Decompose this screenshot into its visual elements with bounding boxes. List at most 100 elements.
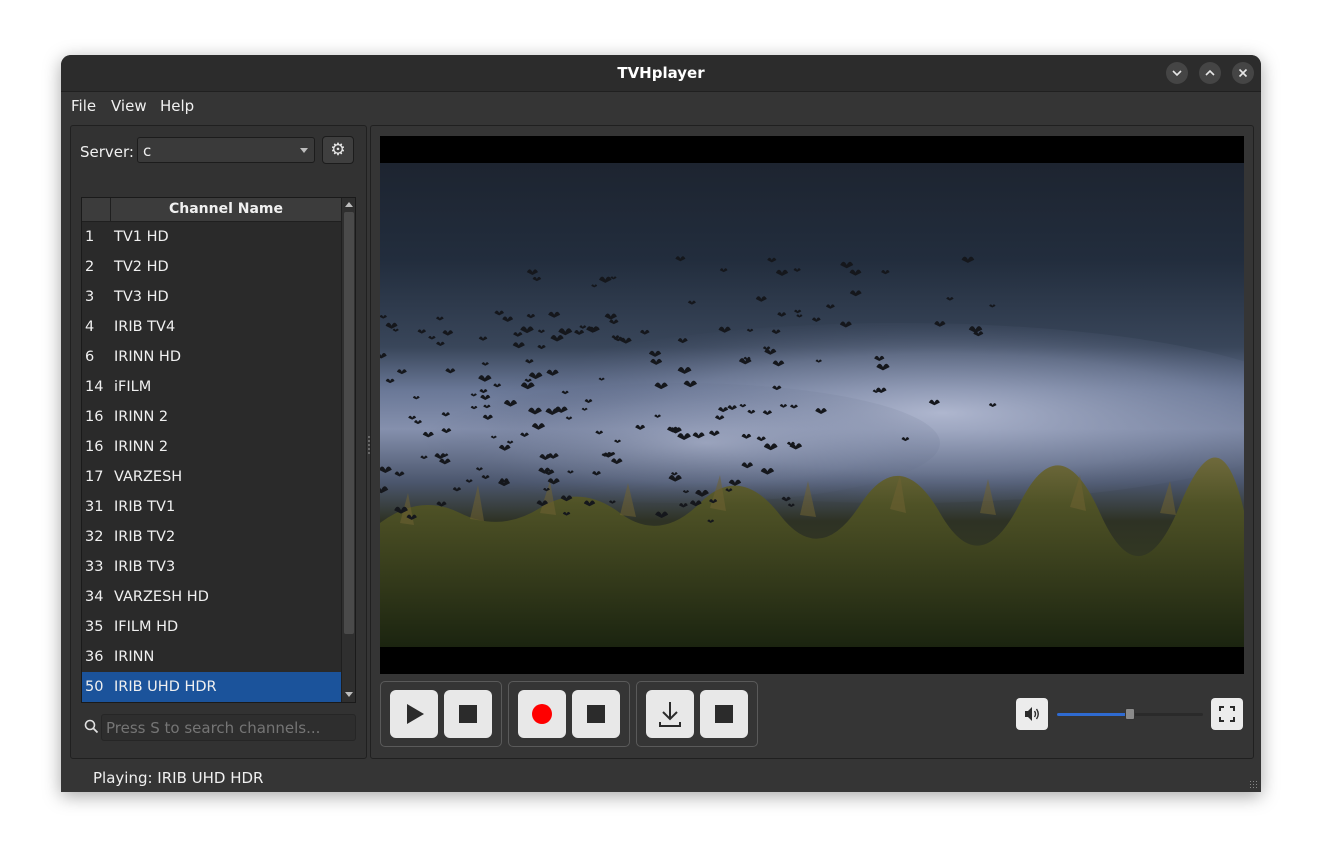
channel-table[interactable]: Channel Name 1 TV1 HD 2 TV2 HD 3 TV3 HD 4 IRIB …: [81, 197, 356, 703]
bird-silhouette: [478, 375, 492, 382]
channel-number: 17: [85, 469, 104, 485]
minimize-button[interactable]: [1166, 62, 1188, 84]
bird-silhouette: [655, 511, 669, 519]
bird-silhouette: [610, 276, 617, 280]
stop-download-button[interactable]: [700, 690, 748, 738]
channel-row[interactable]: 14 iFILM: [82, 372, 341, 402]
bird-silhouette: [558, 328, 573, 336]
play-button[interactable]: [390, 690, 438, 738]
channel-number: 16: [85, 439, 104, 455]
bird-silhouette: [442, 330, 454, 336]
server-selected-value: c: [143, 142, 152, 160]
channel-row[interactable]: 35 IFILM HD: [82, 612, 341, 642]
bird-silhouette: [532, 276, 542, 282]
bird-silhouette: [881, 270, 890, 275]
bird-silhouette: [396, 369, 407, 375]
number-column-header[interactable]: [82, 198, 111, 221]
channel-scrollbar[interactable]: [341, 198, 355, 702]
scrollbar-thumb[interactable]: [344, 212, 354, 634]
channel-number: 33: [85, 559, 104, 575]
bird-silhouette: [380, 466, 392, 473]
channel-row[interactable]: 4 IRIB TV4: [82, 312, 341, 342]
channel-row[interactable]: 32 IRIB TV2: [82, 522, 341, 552]
menu-help[interactable]: Help: [160, 92, 194, 120]
bird-silhouette: [385, 378, 395, 384]
bird-silhouette: [414, 420, 422, 425]
channel-number: 2: [85, 259, 95, 275]
channel-row[interactable]: 17 VARZESH: [82, 462, 341, 492]
channel-row[interactable]: 34 VARZESH HD: [82, 582, 341, 612]
menu-file[interactable]: File: [71, 92, 96, 120]
server-settings-button[interactable]: ⚙: [322, 136, 354, 164]
mute-button[interactable]: [1016, 698, 1048, 730]
channel-number: 35: [85, 619, 104, 635]
channel-search-input[interactable]: [101, 714, 356, 741]
bird-silhouette: [420, 455, 428, 460]
bird-silhouette: [385, 322, 398, 329]
volume-handle[interactable]: [1125, 708, 1135, 720]
channel-number: 32: [85, 529, 104, 545]
channel-row[interactable]: 33 IRIB TV3: [82, 552, 341, 582]
play-icon: [407, 704, 424, 724]
bird-silhouette: [796, 314, 803, 318]
bird-silhouette: [825, 304, 835, 309]
channel-row[interactable]: 16 IRINN 2: [82, 432, 341, 462]
bird-silhouette: [526, 314, 536, 319]
channel-row[interactable]: 2 TV2 HD: [82, 252, 341, 282]
record-button[interactable]: [518, 690, 566, 738]
bird-silhouette: [793, 268, 801, 272]
stop-record-button[interactable]: [572, 690, 620, 738]
channel-panel: Server: c ⚙ Channel Name 1 TV1 HD 2 TV2 HD 3…: [70, 125, 367, 759]
video-display[interactable]: [380, 136, 1244, 674]
download-button[interactable]: [646, 690, 694, 738]
bird-silhouette: [502, 316, 514, 322]
fullscreen-button[interactable]: [1211, 698, 1243, 730]
channel-row[interactable]: 16 IRINN 2: [82, 402, 341, 432]
channel-number: 36: [85, 649, 104, 665]
channel-row[interactable]: 50 IRIB UHD HDR: [82, 672, 341, 702]
bird-silhouette: [989, 304, 996, 308]
bird-silhouette: [599, 276, 612, 283]
channel-row[interactable]: 36 IRINN: [82, 642, 341, 672]
server-label: Server:: [80, 143, 134, 161]
gear-icon: ⚙: [330, 140, 346, 160]
channel-row[interactable]: 3 TV3 HD: [82, 282, 341, 312]
scroll-down-icon[interactable]: [345, 692, 353, 697]
channel-row[interactable]: 1 TV1 HD: [82, 222, 341, 252]
channel-number: 34: [85, 589, 104, 605]
channel-row[interactable]: 31 IRIB TV1: [82, 492, 341, 522]
bird-silhouette: [755, 296, 767, 302]
bird-silhouette: [719, 268, 728, 273]
scroll-up-icon[interactable]: [345, 202, 353, 207]
channel-name: IRIB TV2: [114, 529, 176, 545]
bird-silhouette: [537, 329, 545, 334]
close-button[interactable]: [1232, 62, 1254, 84]
menu-view[interactable]: View: [111, 92, 147, 120]
resize-grip[interactable]: [1249, 780, 1259, 790]
bird-silhouette: [380, 486, 389, 494]
stop-playback-button[interactable]: [444, 690, 492, 738]
statusbar: Playing: IRIB UHD HDR: [61, 767, 1261, 792]
channel-name: TV1 HD: [114, 229, 169, 245]
maximize-button[interactable]: [1199, 62, 1221, 84]
channel-row[interactable]: 6 IRINN HD: [82, 342, 341, 372]
channel-name: IRIB TV1: [114, 499, 176, 515]
bird-silhouette: [675, 256, 686, 262]
bird-silhouette: [609, 319, 619, 325]
bird-silhouette: [777, 312, 787, 317]
menubar: File View Help: [61, 92, 1261, 120]
channel-name: TV3 HD: [114, 289, 169, 305]
bird-silhouette: [465, 479, 473, 483]
channel-number: 6: [85, 349, 95, 365]
bird-silhouette: [574, 329, 585, 335]
bird-silhouette: [548, 311, 561, 318]
volume-icon: [1025, 707, 1039, 721]
volume-slider[interactable]: [1057, 708, 1203, 720]
stop-icon: [715, 705, 733, 723]
channel-name: IFILM HD: [114, 619, 179, 635]
bird-silhouette: [525, 359, 534, 364]
channel-name: IRINN HD: [114, 349, 181, 365]
server-select[interactable]: c: [137, 137, 315, 163]
stop-icon: [587, 705, 605, 723]
channel-name-column-header[interactable]: Channel Name: [111, 198, 341, 221]
